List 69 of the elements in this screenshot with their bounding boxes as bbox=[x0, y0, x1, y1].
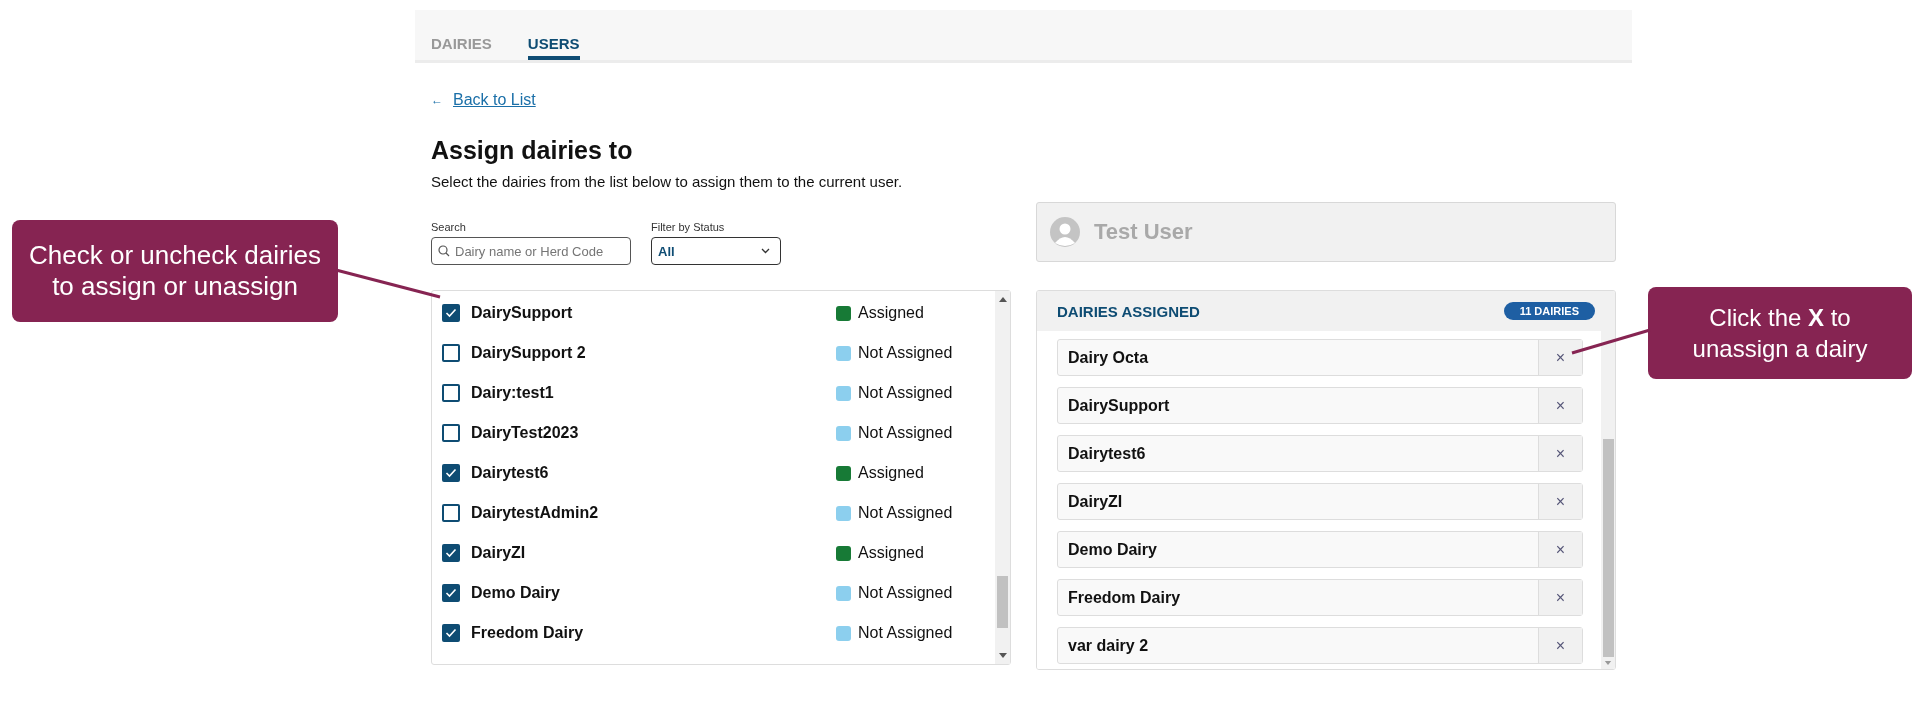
status-label: Not Assigned bbox=[858, 624, 953, 642]
chevron-icon bbox=[761, 248, 770, 254]
dairy-name: DairyZI bbox=[471, 544, 527, 562]
dairy-name: DairySupport bbox=[471, 304, 574, 322]
dairy-name: Dairytest6 bbox=[471, 464, 550, 482]
back-link[interactable]: Back to List bbox=[453, 91, 536, 109]
remove-button[interactable]: × bbox=[1538, 580, 1582, 615]
status-dropdown[interactable]: All bbox=[651, 237, 781, 265]
checkbox[interactable] bbox=[442, 544, 460, 562]
dairy-name: DairySupport 2 bbox=[471, 344, 587, 362]
dairy-name: Demo Dairy bbox=[471, 584, 561, 602]
checkbox[interactable] bbox=[442, 584, 460, 602]
filter-label: Filter by Status bbox=[651, 221, 726, 233]
checkbox[interactable] bbox=[442, 624, 460, 642]
remove-button[interactable]: × bbox=[1538, 532, 1582, 567]
dairy-name: Freedom Dairy bbox=[1067, 587, 1182, 608]
status-label: Assigned bbox=[858, 304, 924, 322]
avatar-icon bbox=[1050, 217, 1080, 247]
checkmark-icon bbox=[445, 308, 457, 318]
dairy-name: DairyZI bbox=[1067, 491, 1124, 512]
status-label: Not Assigned bbox=[858, 384, 953, 402]
dairy-name: Dairy Octa bbox=[1067, 347, 1150, 368]
dairy-name: Dairytest6 bbox=[1067, 443, 1147, 464]
remove-button[interactable]: × bbox=[1538, 388, 1582, 423]
dairy-name: DairyTest2023 bbox=[471, 424, 580, 442]
checkbox[interactable] bbox=[442, 424, 460, 442]
remove-button[interactable]: × bbox=[1538, 628, 1582, 663]
scroll-thumb[interactable] bbox=[997, 576, 1008, 628]
back-arrow-icon: ← bbox=[431, 93, 443, 107]
checkbox[interactable] bbox=[442, 504, 460, 522]
status-label: Not Assigned bbox=[858, 504, 953, 522]
user-name: Test User bbox=[1094, 219, 1193, 245]
checkbox[interactable] bbox=[442, 304, 460, 322]
status-label: Not Assigned bbox=[858, 424, 953, 442]
checkbox[interactable] bbox=[442, 384, 460, 402]
checkmark-icon bbox=[445, 588, 457, 598]
page-title: Assign dairies to bbox=[431, 135, 634, 165]
dairy-name: DairySupport bbox=[1067, 395, 1171, 416]
status-label: Assigned bbox=[858, 544, 924, 562]
checkmark-icon bbox=[445, 628, 457, 638]
dairy-name: DairytestAdmin2 bbox=[471, 504, 600, 522]
scrollbar[interactable] bbox=[995, 291, 1010, 664]
status-label: Not Assigned bbox=[858, 344, 953, 362]
search-label: Search bbox=[431, 221, 467, 233]
scrollbar[interactable] bbox=[1601, 331, 1615, 669]
callout-text: Check or uncheck dairies to assign or unassign bbox=[28, 240, 322, 302]
dairy-name: Dairy:test1 bbox=[471, 384, 555, 402]
callout-text: Click the X to unassign a dairy bbox=[1691, 303, 1869, 364]
scroll-down-icon[interactable] bbox=[998, 653, 1007, 658]
status-label: Assigned bbox=[858, 464, 924, 482]
panel-title: DAIRIES ASSIGNED bbox=[1057, 302, 1200, 320]
remove-button[interactable]: × bbox=[1538, 484, 1582, 519]
tab[interactable]: USERS bbox=[527, 10, 580, 60]
dairy-name: var dairy 2 bbox=[1067, 635, 1150, 656]
count-badge: 11 DAIRIES bbox=[1503, 302, 1595, 320]
scroll-up-icon[interactable] bbox=[998, 297, 1007, 302]
checkbox[interactable] bbox=[442, 344, 460, 362]
checkmark-icon bbox=[445, 548, 457, 558]
status-label: Not Assigned bbox=[858, 584, 953, 602]
checkbox[interactable] bbox=[442, 464, 460, 482]
dairy-name: Demo Dairy bbox=[1067, 539, 1158, 560]
checkmark-icon bbox=[445, 468, 457, 478]
remove-button[interactable]: × bbox=[1538, 436, 1582, 471]
search-icon bbox=[438, 245, 450, 257]
scroll-thumb[interactable] bbox=[1602, 439, 1614, 657]
search-field[interactable]: Dairy name or Herd Code bbox=[431, 237, 631, 265]
page-subtitle: Select the dairies from the list below to assign them to the current user. bbox=[431, 173, 904, 190]
remove-button[interactable]: × bbox=[1538, 340, 1582, 375]
dairy-name: Freedom Dairy bbox=[471, 624, 585, 642]
